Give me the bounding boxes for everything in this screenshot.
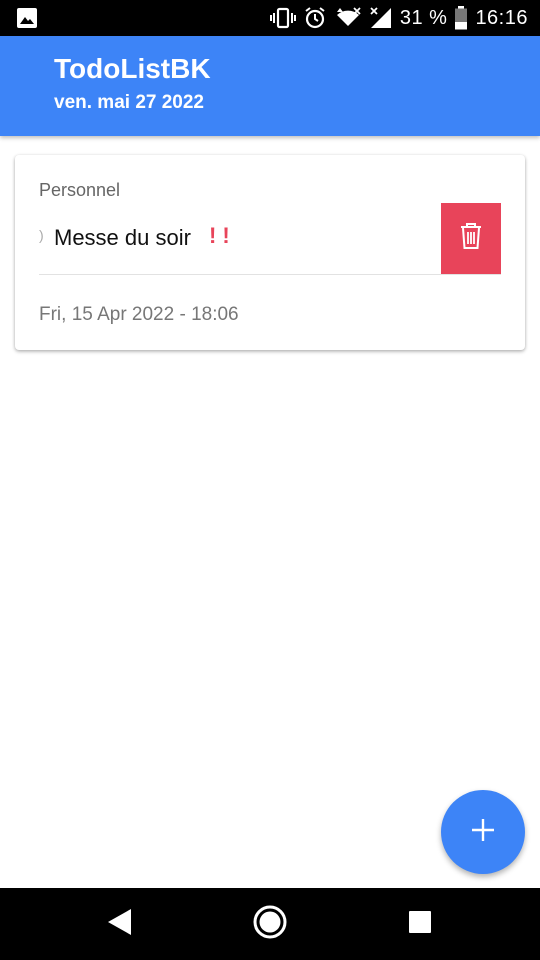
task-title[interactable]: Messe du soir [54, 225, 191, 251]
navigation-bar [0, 888, 540, 960]
app-title: TodoListBK [54, 53, 211, 84]
status-bar: 31 % 16:16 [0, 0, 540, 36]
vibrate-icon [269, 7, 296, 29]
recents-icon [408, 910, 432, 939]
recents-button[interactable] [402, 906, 438, 942]
current-date: ven. mai 27 2022 [54, 92, 204, 113]
trash-icon [459, 222, 483, 255]
clock: 16:16 [475, 6, 528, 29]
delete-button[interactable] [441, 203, 501, 274]
wifi-icon [334, 6, 362, 30]
plus-icon [470, 817, 496, 848]
back-icon [105, 907, 133, 942]
home-icon [253, 905, 287, 944]
priority-indicator: !! [209, 223, 236, 248]
alarm-icon [303, 6, 327, 30]
add-task-button[interactable] [441, 790, 525, 874]
gallery-icon [16, 7, 38, 29]
task-row[interactable]: ) Messe du soir !! [39, 203, 501, 275]
task-datetime: Fri, 15 Apr 2022 - 18:06 [39, 304, 239, 325]
signal-icon [369, 6, 393, 30]
app-bar: TodoListBK ven. mai 27 2022 [0, 36, 540, 136]
battery-icon [454, 6, 468, 30]
back-button[interactable] [101, 906, 137, 942]
home-button[interactable] [252, 905, 288, 944]
status-icons: 31 % 16:16 [269, 0, 528, 36]
swipe-handle[interactable]: ) [39, 227, 44, 243]
task-card[interactable]: Personnel ) Messe du soir !! Fri, 15 Apr… [15, 155, 525, 350]
battery-percent: 31 % [399, 6, 448, 29]
task-category: Personnel [39, 180, 121, 200]
